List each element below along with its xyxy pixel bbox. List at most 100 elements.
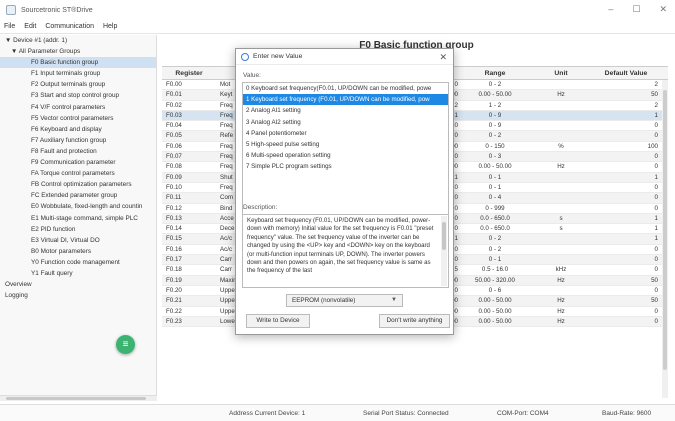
- cell-register: F0.14: [166, 225, 182, 233]
- value-option[interactable]: 7 Simple PLC program settings: [243, 161, 448, 172]
- storage-select[interactable]: EEPROM (nonvolatile) ▼: [286, 294, 403, 307]
- tree-item[interactable]: F0 Basic function group: [0, 57, 156, 69]
- tree-item[interactable]: E1 Multi-stage command, simple PLC: [0, 213, 156, 224]
- tree-horizontal-scrollbar[interactable]: [0, 395, 157, 401]
- header-unit[interactable]: Unit: [528, 67, 594, 79]
- tree-item[interactable]: Y0 Function code management: [0, 257, 156, 268]
- tree-item[interactable]: FB Control optimization parameters: [0, 179, 156, 190]
- menu-fab-button[interactable]: ≡: [116, 335, 135, 354]
- menu-communication[interactable]: Communication: [45, 23, 94, 30]
- header-register[interactable]: Register: [162, 67, 216, 79]
- cell-default: 0: [654, 132, 658, 140]
- menu-file[interactable]: File: [4, 23, 15, 30]
- dont-write-button[interactable]: Don't write anything: [379, 314, 450, 328]
- value-option[interactable]: 0 Keyboard set frequency(F0.01, UP/DOWN …: [243, 83, 448, 94]
- maximize-icon[interactable]: ☐: [632, 4, 640, 15]
- tree-item[interactable]: F2 Output terminals group: [0, 79, 156, 90]
- status-serial: Serial Port Status: Connected: [363, 410, 449, 417]
- cell-unit: [528, 121, 594, 130]
- cell-default: 1: [654, 111, 658, 119]
- dialog-title: Enter new Value: [253, 53, 303, 60]
- cell-unit: Hz: [557, 276, 565, 284]
- tree-item[interactable]: Logging: [0, 290, 156, 301]
- cell-register: F0.23: [166, 317, 182, 325]
- tree-item[interactable]: F6 Keyboard and display: [0, 124, 156, 135]
- tree-item[interactable]: E3 Virtual DI, Virtual DO: [0, 235, 156, 246]
- cell-unit: Hz: [557, 91, 565, 99]
- header-range[interactable]: Range: [462, 67, 528, 79]
- cell-register: F0.15: [166, 235, 182, 243]
- value-option[interactable]: 2 Analog AI1 setting: [243, 105, 448, 116]
- value-option[interactable]: 4 Panel potentiometer: [243, 128, 448, 139]
- cell-register: F0.13: [166, 214, 182, 222]
- cell-register: F0.12: [166, 204, 182, 212]
- cell-register: F0.04: [166, 122, 182, 130]
- dialog-close-icon[interactable]: ✕: [439, 52, 447, 63]
- cell-default: 50: [651, 276, 658, 284]
- cell-unit: [528, 173, 594, 182]
- cell-range: 0 - 999: [485, 204, 505, 212]
- close-window-icon[interactable]: ✕: [659, 4, 667, 15]
- tree-item[interactable]: ▼ Device #1 (addr. 1): [0, 35, 156, 46]
- cell-default: 0: [654, 256, 658, 264]
- tree-item[interactable]: F7 Auxiliary function group: [0, 135, 156, 146]
- cell-range: 0.00 - 50.00: [478, 317, 512, 325]
- menu-help[interactable]: Help: [103, 23, 117, 30]
- write-to-device-button[interactable]: Write to Device: [246, 314, 310, 328]
- tree-item[interactable]: F8 Fault and protection: [0, 146, 156, 157]
- cell-default: 0: [654, 204, 658, 212]
- value-option[interactable]: 3 Analog AI2 setting: [243, 117, 448, 128]
- cell-range: 0 - 1: [488, 256, 502, 264]
- cell-range: 0 - 2: [488, 132, 502, 140]
- tree-item[interactable]: F1 Input terminals group: [0, 68, 156, 79]
- header-default-value[interactable]: Default Value: [594, 67, 662, 79]
- cell-unit: %: [558, 142, 564, 150]
- tree-item[interactable]: F9 Communication parameter: [0, 157, 156, 168]
- cell-unit: Hz: [557, 163, 565, 171]
- cell-unit: [528, 193, 594, 202]
- cell-register: F0.00: [166, 81, 182, 88]
- cell-range: 0 - 9: [488, 111, 502, 119]
- cell-default: 0: [654, 317, 658, 325]
- status-com-port: COM-Port: COM4: [497, 410, 549, 417]
- tree-item[interactable]: FA Torque control parameters: [0, 168, 156, 179]
- cell-register: F0.17: [166, 256, 182, 264]
- tree-item[interactable]: E0 Wobbulate, fixed-length and countin: [0, 201, 156, 212]
- cell-unit: [528, 111, 594, 120]
- value-options-list[interactable]: 0 Keyboard set frequency(F0.01, UP/DOWN …: [242, 82, 449, 236]
- cell-register: F0.20: [166, 286, 182, 294]
- menu-bar: File Edit Communication Help: [0, 20, 675, 34]
- tree-item[interactable]: FC Extended parameter group: [0, 190, 156, 201]
- description-scrollbar[interactable]: [441, 216, 447, 286]
- cell-unit: [528, 152, 594, 161]
- cell-unit: Hz: [557, 297, 565, 305]
- cell-unit: Hz: [557, 317, 565, 325]
- cell-unit: [528, 234, 594, 243]
- minimize-icon[interactable]: –: [608, 4, 613, 15]
- value-option[interactable]: 5 High-speed pulse setting: [243, 139, 448, 150]
- tree-item[interactable]: F4 V/F control parameters: [0, 102, 156, 113]
- table-vertical-scrollbar[interactable]: [662, 80, 668, 398]
- tree-item[interactable]: B0 Motor parameters: [0, 246, 156, 257]
- cell-default: 1: [654, 235, 658, 243]
- cell-range: 0 - 2: [488, 245, 502, 253]
- value-option[interactable]: 1 Keyboard set frequency (F0.01, UP/DOWN…: [243, 94, 448, 106]
- value-option[interactable]: 6 Multi-speed operation setting: [243, 150, 448, 161]
- cell-default: 0: [654, 153, 658, 161]
- cell-register: F0.09: [166, 173, 182, 181]
- tree-item[interactable]: Overview: [0, 279, 156, 290]
- cell-register: F0.03: [166, 111, 182, 119]
- tree-item[interactable]: F3 Start and stop control group: [0, 90, 156, 101]
- tree-item[interactable]: ▼ All Parameter Groups: [0, 46, 156, 57]
- menu-edit[interactable]: Edit: [24, 23, 36, 30]
- cell-default: 0: [654, 122, 658, 130]
- tree-item[interactable]: Y1 Fault query: [0, 268, 156, 279]
- cell-unit: [528, 286, 594, 295]
- cell-range: 0 - 150: [485, 142, 505, 150]
- window-title: Sourcetronic ST®Drive: [21, 6, 93, 14]
- tree-item[interactable]: F5 Vector control parameters: [0, 113, 156, 124]
- tree-item[interactable]: E2 PID function: [0, 224, 156, 235]
- cell-default: 1: [654, 214, 658, 222]
- description-text: Keyboard set frequency (F0.01, UP/DOWN c…: [247, 217, 434, 275]
- cell-default: 0: [654, 286, 658, 294]
